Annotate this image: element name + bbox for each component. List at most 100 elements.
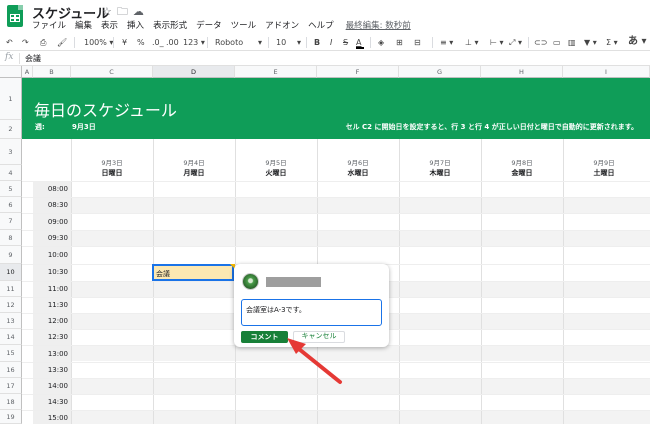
column-header-e[interactable]: E [235,66,317,78]
decrease-decimal-button[interactable]: .0_ [152,37,164,48]
date-cell[interactable]: 9月8日 [481,157,563,167]
weekday-cell[interactable]: 火曜日 [235,168,317,178]
time-cell[interactable]: 14:00 [33,382,70,390]
date-cell[interactable]: 9月4日 [153,157,235,167]
time-cell[interactable]: 12:00 [33,317,70,325]
column-header-i[interactable]: I [563,66,650,78]
cloud-icon[interactable]: ☁ [133,5,149,18]
borders-icon[interactable]: ⊞ [396,37,403,48]
column-header-a[interactable]: A [22,66,33,78]
row-header[interactable]: 6 [0,197,22,213]
time-cell[interactable]: 13:00 [33,350,70,358]
row-header[interactable]: 12 [0,297,22,313]
sheet-title[interactable]: 毎日のスケジュール [34,97,177,121]
time-cell[interactable]: 09:00 [33,218,70,226]
folder-icon[interactable]: 🗀 [117,5,133,18]
comment-input[interactable]: 会議室はA-3です。 [241,299,382,326]
time-cell[interactable]: 14:30 [33,398,70,406]
time-cell[interactable]: 09:30 [33,234,70,242]
insert-comment-icon[interactable]: ▭ [553,37,561,48]
menu-file[interactable]: ファイル [32,19,66,31]
strikethrough-button[interactable]: S [343,37,348,48]
time-cell[interactable]: 11:00 [33,285,70,293]
font-size-arrow-icon[interactable]: ▾ [297,37,301,48]
select-all-corner[interactable] [0,66,22,78]
time-cell[interactable]: 11:30 [33,301,70,309]
column-header-h[interactable]: H [481,66,563,78]
menu-view[interactable]: 表示 [101,19,118,31]
input-tools-icon[interactable]: あ ▾ [628,36,647,47]
menu-edit[interactable]: 編集 [75,19,92,31]
sheets-logo-icon[interactable] [7,5,23,27]
menu-addons[interactable]: アドオン [265,19,299,31]
insert-link-icon[interactable]: ⊂⊃ [534,37,547,48]
italic-button[interactable]: I [330,37,332,48]
selected-meeting-cell[interactable]: 会議 [152,264,234,281]
menu-tools[interactable]: ツール [231,19,257,31]
menu-format[interactable]: 表示形式 [153,19,187,31]
print-icon[interactable]: ⎙ [40,37,46,48]
time-cell[interactable]: 13:30 [33,366,70,374]
formula-input[interactable]: 会議 [25,53,41,64]
column-header-d[interactable]: D [153,66,235,78]
last-edit-link[interactable]: 最終編集: 数秒前 [346,19,411,31]
font-family-select[interactable]: Roboto [215,37,243,48]
increase-decimal-button[interactable]: .00 [166,37,179,48]
horizontal-align-icon[interactable]: ≡ ▾ [440,37,453,48]
row-header[interactable]: 3 [0,139,22,165]
date-cell[interactable]: 9月7日 [399,157,481,167]
instruction-note[interactable]: セル C2 に開始日を設定すると、行 3 と行 4 が正しい日付と曜日で自動的に… [346,122,638,132]
row-header[interactable]: 15 [0,345,22,362]
fill-color-icon[interactable]: ◈ [378,37,384,48]
filter-icon[interactable]: ▼ ▾ [584,37,597,48]
time-cell[interactable]: 15:00 [33,414,70,422]
time-cell[interactable]: 10:00 [33,251,70,259]
number-format-select[interactable]: 123 ▾ [183,37,205,48]
row-header[interactable]: 5 [0,181,22,197]
font-family-arrow-icon[interactable]: ▾ [258,37,262,48]
column-header-f[interactable]: F [317,66,399,78]
redo-icon[interactable]: ↷ [22,37,29,48]
row-header[interactable]: 19 [0,410,22,424]
date-cell[interactable]: 9月6日 [317,157,399,167]
bold-button[interactable]: B [314,37,320,48]
row-header[interactable]: 18 [0,394,22,410]
time-cell[interactable]: 08:00 [33,185,70,193]
insert-chart-icon[interactable]: ▥ [568,37,576,48]
weekday-cell[interactable]: 日曜日 [71,168,153,178]
row-header[interactable]: 4 [0,165,22,181]
time-cell[interactable]: 10:30 [33,268,70,276]
submit-comment-button[interactable]: コメント [241,331,288,343]
date-cell[interactable]: 9月5日 [235,157,317,167]
row-header[interactable]: 14 [0,329,22,345]
weekday-cell[interactable]: 月曜日 [153,168,235,178]
row-header[interactable]: 1 [0,78,22,120]
weekday-cell[interactable]: 木曜日 [399,168,481,178]
menu-data[interactable]: データ [196,19,222,31]
vertical-align-icon[interactable]: ⊥ ▾ [465,37,479,48]
week-label[interactable]: 週: [35,122,45,132]
date-cell[interactable]: 9月3日 [71,157,153,167]
merge-cells-icon[interactable]: ⊟ [414,37,421,48]
date-cell[interactable]: 9月9日 [563,157,645,167]
row-header[interactable]: 8 [0,230,22,246]
weekday-cell[interactable]: 水曜日 [317,168,399,178]
currency-button[interactable]: ¥ [122,37,127,48]
row-header[interactable]: 7 [0,213,22,230]
time-cell[interactable]: 12:30 [33,333,70,341]
week-start-date[interactable]: 9月3日 [72,122,96,132]
text-rotation-icon[interactable]: ⤢ ▾ [509,37,522,48]
functions-icon[interactable]: Σ ▾ [606,37,618,48]
weekday-cell[interactable]: 金曜日 [481,168,563,178]
zoom-select[interactable]: 100% ▾ [84,37,113,48]
paint-format-icon[interactable]: 🖌 [57,37,67,48]
menu-insert[interactable]: 挿入 [127,19,144,31]
row-header[interactable]: 11 [0,281,22,297]
row-header[interactable]: 13 [0,313,22,329]
menu-help[interactable]: ヘルプ [308,19,334,31]
row-header[interactable]: 9 [0,246,22,264]
time-cell[interactable]: 08:30 [33,201,70,209]
column-header-g[interactable]: G [399,66,481,78]
text-wrap-icon[interactable]: ⊢ ▾ [490,37,504,48]
weekday-cell[interactable]: 土曜日 [563,168,645,178]
